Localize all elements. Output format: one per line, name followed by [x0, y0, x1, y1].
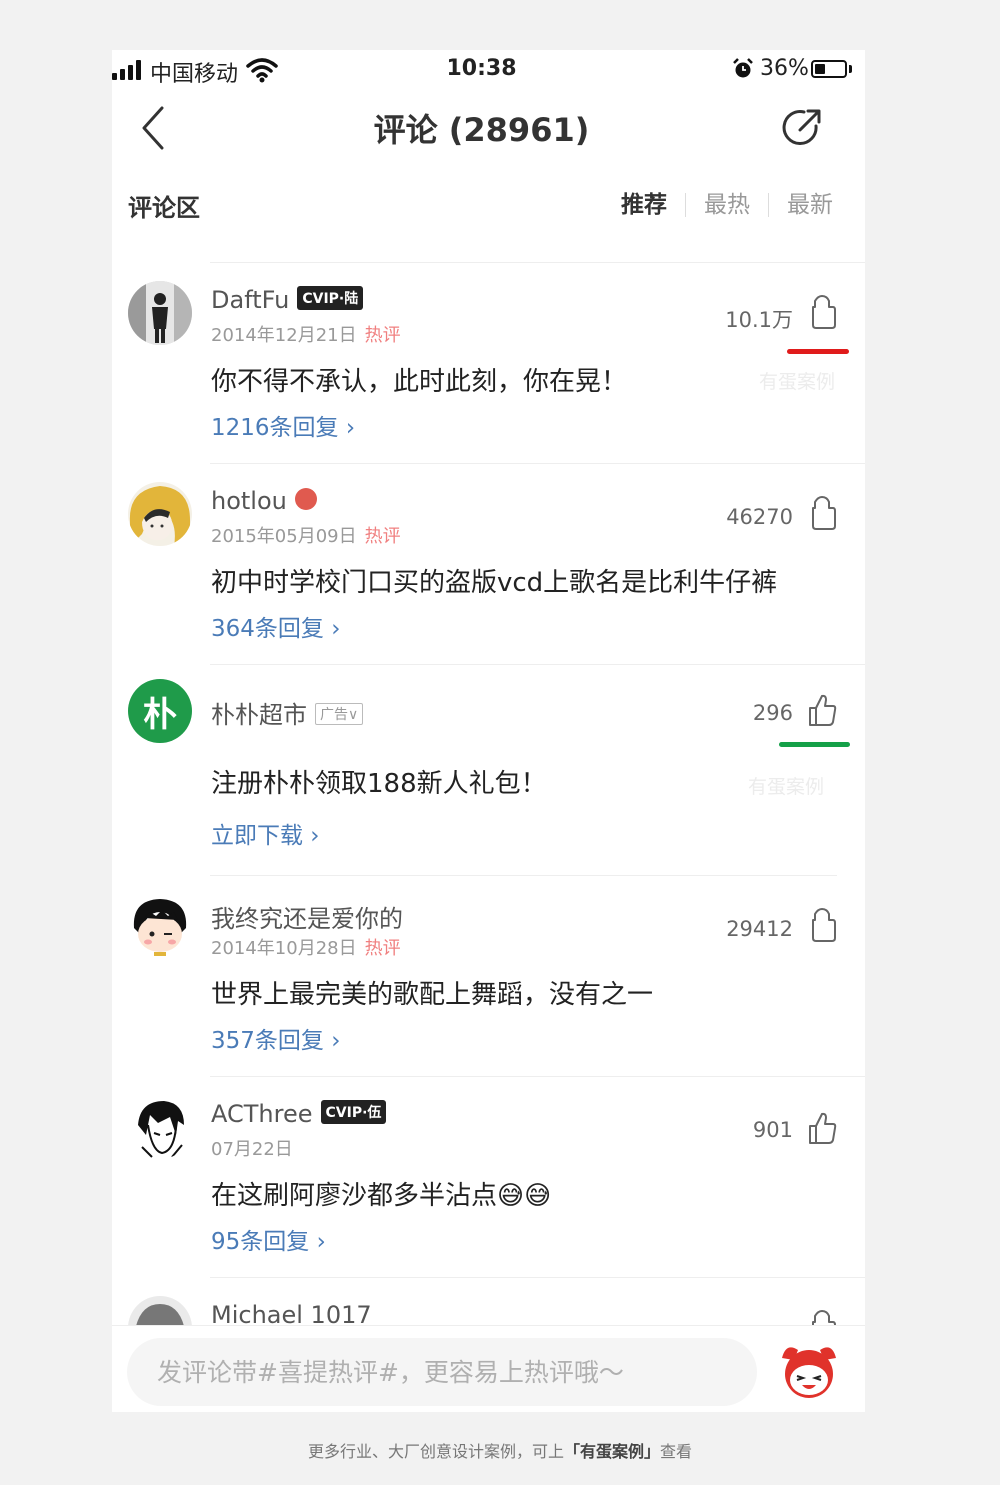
hot-tag: 热评 — [364, 325, 401, 346]
thumbs-up-icon[interactable] — [807, 693, 837, 727]
comment-date: 2014年10月28日 — [211, 938, 357, 959]
comment-item: DaftFu CVIP·陆 2014年12月21日 热评 10.1万 你不得不承认，… — [112, 263, 865, 463]
like-count: 296 — [752, 701, 793, 725]
comment-meta: 2015年05月09日 热评 — [211, 522, 401, 548]
username[interactable]: hotlou — [211, 487, 317, 515]
comment-item: hotlou 2015年05月09日 热评 46270 初中时学校门口买的盗版vc… — [112, 464, 865, 664]
comment-date: 2015年05月09日 — [211, 526, 357, 547]
mascot-emoji-icon[interactable] — [776, 1338, 842, 1404]
ad-tag[interactable]: 广告∨ — [315, 703, 364, 725]
watermark: 有蛋案例 — [748, 776, 825, 798]
status-bar: 中国移动 10:38 36% — [112, 50, 865, 90]
replies-link[interactable]: 364条回复 › — [211, 609, 340, 643]
alarm-icon — [733, 58, 753, 78]
replies-link[interactable]: 95条回复 › — [211, 1222, 326, 1256]
like-count: 10.1万 — [725, 308, 793, 332]
advertiser-logo-text: 朴 — [143, 694, 177, 735]
thumbs-up-icon[interactable] — [807, 908, 837, 942]
advertiser-logo[interactable]: 朴 — [128, 679, 192, 743]
username[interactable]: DaftFu CVIP·陆 — [211, 286, 364, 314]
battery-cap — [849, 65, 852, 73]
comment-item: ACThree CVIP·伍 07月22日 901 在这刷阿廖沙都多半沾点😅😅 9… — [112, 1077, 865, 1277]
like-count: 901 — [752, 1118, 793, 1142]
sort-tabs: 推荐 最热 最新 — [603, 189, 833, 221]
vip-badge: CVIP·伍 — [320, 1100, 387, 1124]
comment-text: 你不得不承认，此时此刻，你在晃！ — [211, 367, 628, 397]
comment-meta: 2014年10月28日 热评 — [211, 934, 401, 960]
footer-caption: 更多行业、大厂创意设计案例，可上「有蛋案例」查看 — [307, 1442, 693, 1461]
comment-text: 世界上最完美的歌配上舞蹈，没有之一 — [211, 980, 654, 1010]
share-icon[interactable] — [780, 106, 824, 150]
ad-text: 注册朴朴领取188新人礼包！ — [211, 769, 547, 799]
username[interactable]: 我终究还是爱你的 — [211, 899, 403, 934]
highlight-underline-red — [787, 349, 849, 354]
comment-text: 在这刷阿廖沙都多半沾点😅😅 — [211, 1181, 552, 1211]
hot-tag: 热评 — [364, 938, 401, 959]
hot-tag: 热评 — [364, 526, 401, 547]
avatar[interactable] — [128, 281, 192, 345]
advertiser-name[interactable]: 朴朴超市 广告∨ — [211, 695, 364, 730]
like-count: 46270 — [726, 505, 793, 529]
thumbs-up-icon[interactable] — [807, 295, 837, 329]
comment-text: 初中时学校门口买的盗版vcd上歌名是比利牛仔裤 — [211, 568, 778, 598]
page-title: 评论 (28961) — [373, 111, 590, 149]
comment-meta: 07月22日 — [211, 1135, 293, 1161]
weibo-badge-icon — [294, 488, 317, 510]
watermark: 有蛋案例 — [759, 371, 836, 393]
phone-screen: 中国移动 10:38 36% 评论 (28961) 评论区 推荐 最热 最新 D… — [112, 50, 865, 1412]
section-title: 评论区 — [128, 194, 200, 222]
download-link[interactable]: 立即下载 › — [211, 816, 320, 850]
battery-percent: 36% — [760, 56, 809, 81]
like-count: 29412 — [726, 917, 793, 941]
avatar[interactable] — [128, 894, 192, 958]
avatar[interactable] — [128, 1095, 192, 1159]
tab-hottest[interactable]: 最热 — [686, 190, 768, 220]
comment-meta: 2014年12月21日 热评 — [211, 321, 401, 347]
comment-date: 07月22日 — [211, 1139, 293, 1160]
avatar[interactable] — [128, 482, 192, 546]
comment-item: 我终究还是爱你的 2014年10月28日 热评 29412 世界上最完美的歌配上舞… — [112, 876, 865, 1076]
comment-input-bar — [112, 1325, 865, 1412]
replies-link[interactable]: 1216条回复 › — [211, 408, 355, 442]
username[interactable]: ACThree CVIP·伍 — [211, 1100, 387, 1128]
thumbs-up-icon[interactable] — [807, 496, 837, 530]
comment-input[interactable] — [127, 1338, 757, 1406]
vip-badge: CVIP·陆 — [297, 286, 364, 310]
comment-date: 2014年12月21日 — [211, 325, 357, 346]
ad-item: 朴 朴朴超市 广告∨ 296 注册朴朴领取188新人礼包！ 立即下载 › 有蛋案例 — [112, 665, 865, 875]
highlight-underline-green — [779, 742, 850, 747]
thumbs-up-icon[interactable] — [807, 1111, 837, 1145]
tab-recommended[interactable]: 推荐 — [603, 190, 685, 220]
battery-icon — [811, 60, 847, 78]
replies-link[interactable]: 357条回复 › — [211, 1021, 340, 1055]
tab-newest[interactable]: 最新 — [769, 190, 833, 220]
